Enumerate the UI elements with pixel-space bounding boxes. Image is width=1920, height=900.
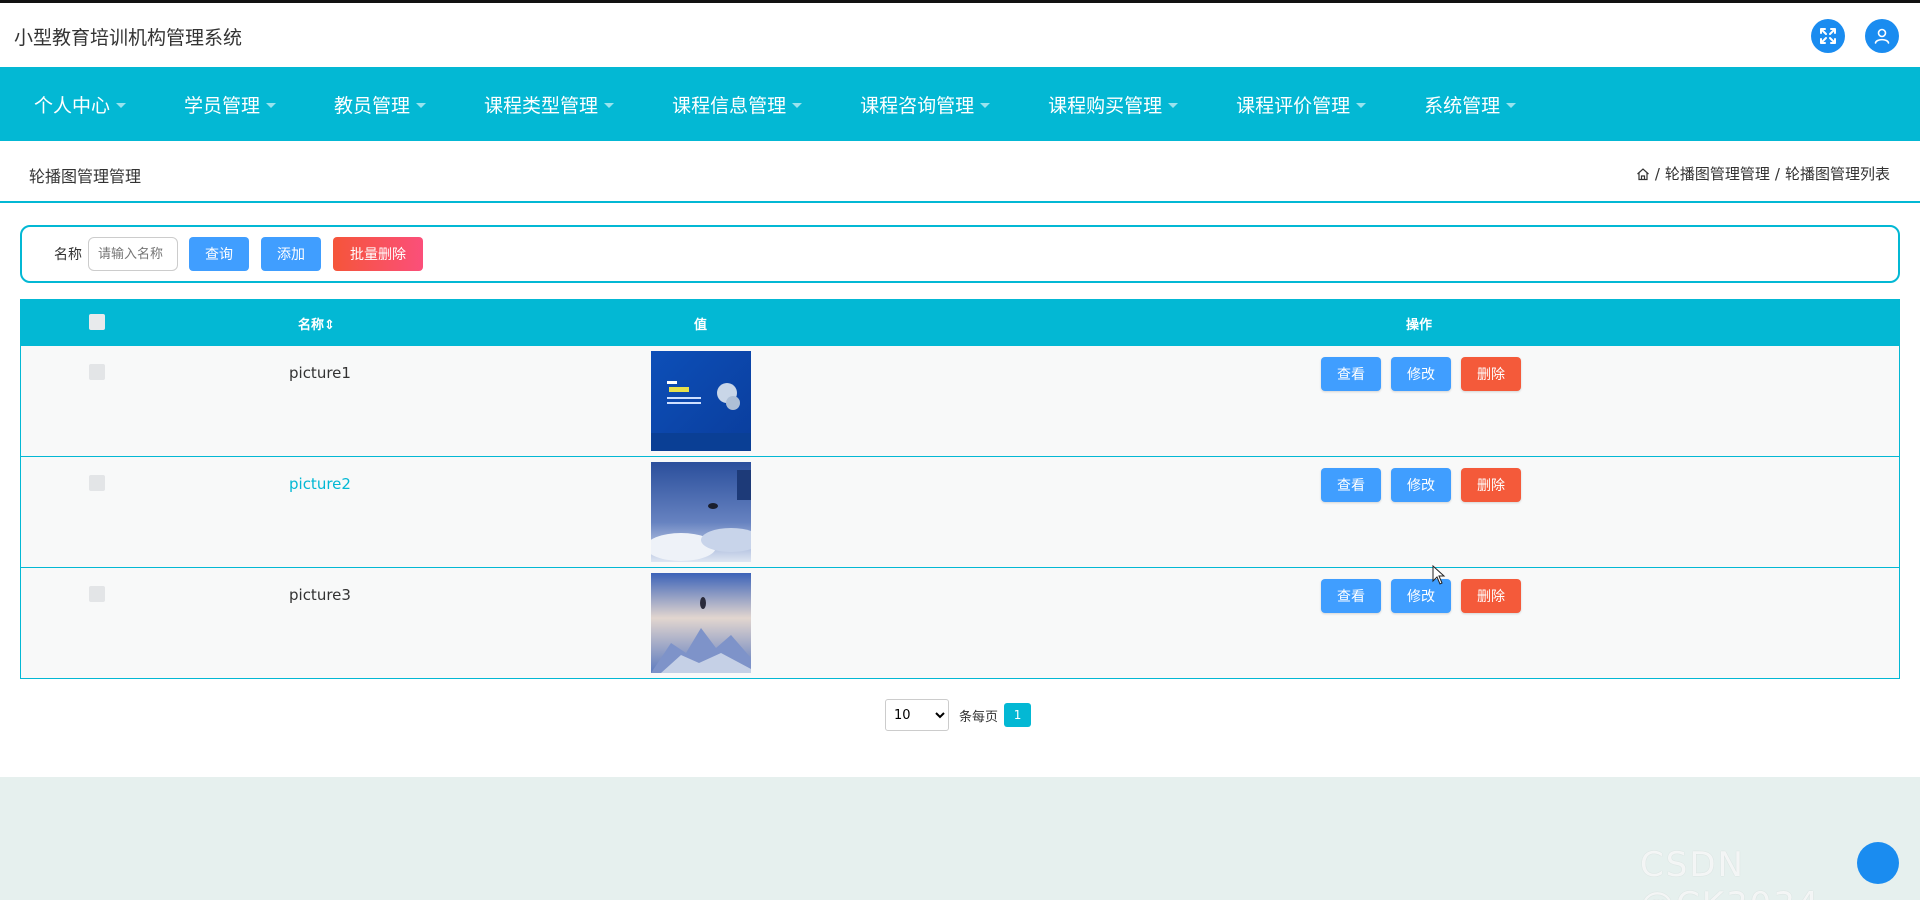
pagination: 10 条每页 1 — [885, 699, 1032, 731]
nav-item-label: 课程购买管理 — [1048, 94, 1163, 117]
caret-down-icon — [604, 102, 615, 108]
row-checkbox[interactable] — [89, 475, 105, 491]
caret-down-icon — [266, 102, 277, 108]
nav-item-label: 学员管理 — [184, 94, 261, 117]
caret-down-icon — [416, 102, 427, 108]
add-button[interactable]: 添加 — [261, 237, 321, 271]
page-title: 轮播图管理管理 — [29, 167, 142, 186]
actions-column-header: 操作 — [1406, 318, 1433, 333]
fullscreen-icon — [1820, 28, 1836, 44]
view-button[interactable]: 查看 — [1321, 579, 1381, 613]
name-search-label: 名称 — [54, 247, 82, 263]
per-page-label: 条每页 — [959, 709, 999, 725]
select-all-checkbox[interactable] — [89, 314, 105, 330]
column-header-label: 名称 — [298, 318, 325, 333]
query-button[interactable]: 查询 — [189, 237, 249, 271]
row-name: picture2 — [289, 475, 351, 493]
value-column-header: 值 — [694, 318, 708, 333]
row-checkbox[interactable] — [89, 364, 105, 380]
nav-item-label: 课程类型管理 — [484, 94, 599, 117]
table-header: 名称⇕ 值 操作 — [21, 300, 1899, 345]
caret-down-icon — [1356, 102, 1367, 108]
edit-button[interactable]: 修改 — [1391, 468, 1451, 502]
nav-item-course-info-management[interactable]: 课程信息管理 — [658, 67, 816, 141]
app-title: 小型教育培训机构管理系统 — [14, 27, 243, 49]
caret-down-icon — [1168, 102, 1179, 108]
nav-item-label: 课程评价管理 — [1236, 94, 1351, 117]
view-button[interactable]: 查看 — [1321, 468, 1381, 502]
view-button[interactable]: 查看 — [1321, 357, 1381, 391]
nav-item-label: 课程信息管理 — [672, 94, 787, 117]
fullscreen-button[interactable] — [1811, 19, 1845, 53]
home-icon[interactable] — [1636, 167, 1650, 181]
breadcrumb-item[interactable]: 轮播图管理管理 — [1665, 163, 1770, 184]
row-name: picture1 — [289, 364, 351, 382]
search-bar: 名称 查询 添加 批量删除 — [20, 225, 1900, 283]
carousel-thumbnail — [651, 351, 751, 451]
row-checkbox[interactable] — [89, 586, 105, 602]
carousel-table: 名称⇕ 值 操作 picture1 查看 修改 删除 picture2 查看 修… — [20, 299, 1900, 679]
nav-item-personal-center[interactable]: 个人中心 — [20, 67, 140, 141]
name-column-header[interactable]: 名称⇕ — [298, 314, 335, 333]
nav-item-label: 教员管理 — [334, 94, 411, 117]
delete-button[interactable]: 删除 — [1461, 468, 1521, 502]
nav-item-label: 系统管理 — [1424, 94, 1501, 117]
nav-item-teacher-management[interactable]: 教员管理 — [320, 67, 440, 141]
row-actions: 查看 修改 删除 — [1321, 579, 1531, 613]
carousel-thumbnail — [651, 462, 751, 562]
breadcrumb-item-current: 轮播图管理列表 — [1784, 165, 1890, 183]
batch-delete-button[interactable]: 批量删除 — [333, 237, 423, 271]
row-name: picture3 — [289, 586, 351, 604]
page-number-current[interactable]: 1 — [1004, 703, 1032, 727]
user-button[interactable] — [1865, 19, 1899, 53]
edit-button[interactable]: 修改 — [1391, 357, 1451, 391]
main-nav: 个人中心 学员管理 教员管理 课程类型管理 课程信息管理 课程咨询管理 课程购买… — [0, 67, 1920, 141]
page-header: 轮播图管理管理 / 轮播图管理管理 / 轮播图管理列表 — [0, 141, 1920, 203]
nav-item-label: 课程咨询管理 — [860, 94, 975, 117]
nav-item-course-review-management[interactable]: 课程评价管理 — [1222, 67, 1380, 141]
caret-down-icon — [116, 102, 127, 108]
sort-icon: ⇕ — [324, 318, 335, 333]
nav-item-student-management[interactable]: 学员管理 — [170, 67, 290, 141]
table-row: picture1 查看 修改 删除 — [21, 345, 1899, 456]
nav-item-course-consult-management[interactable]: 课程咨询管理 — [846, 67, 1004, 141]
main-content: 轮播图管理管理 / 轮播图管理管理 / 轮播图管理列表 名称 查询 添加 批量删… — [0, 141, 1920, 777]
caret-down-icon — [792, 102, 803, 108]
table-row: picture3 查看 修改 删除 — [21, 567, 1899, 678]
caret-down-icon — [980, 102, 991, 108]
user-icon — [1874, 28, 1890, 44]
app-header: 小型教育培训机构管理系统 — [0, 3, 1920, 67]
nav-item-course-type-management[interactable]: 课程类型管理 — [470, 67, 628, 141]
delete-button[interactable]: 删除 — [1461, 579, 1521, 613]
breadcrumb-separator: / — [1654, 164, 1660, 183]
row-actions: 查看 修改 删除 — [1321, 468, 1531, 502]
nav-item-system-management[interactable]: 系统管理 — [1410, 67, 1530, 141]
carousel-thumbnail — [651, 573, 751, 673]
page-size-select[interactable]: 10 — [885, 699, 949, 731]
row-actions: 查看 修改 删除 — [1321, 357, 1531, 391]
delete-button[interactable]: 删除 — [1461, 357, 1521, 391]
name-search-input[interactable] — [88, 237, 178, 271]
breadcrumb-separator: / — [1774, 164, 1780, 183]
breadcrumb: / 轮播图管理管理 / 轮播图管理列表 — [1636, 163, 1890, 184]
nav-item-course-purchase-management[interactable]: 课程购买管理 — [1034, 67, 1192, 141]
table-row: picture2 查看 修改 删除 — [21, 456, 1899, 567]
mouse-cursor-icon — [1432, 565, 1446, 585]
nav-item-label: 个人中心 — [34, 94, 111, 117]
back-to-top-button[interactable] — [1857, 842, 1899, 884]
caret-down-icon — [1506, 102, 1517, 108]
